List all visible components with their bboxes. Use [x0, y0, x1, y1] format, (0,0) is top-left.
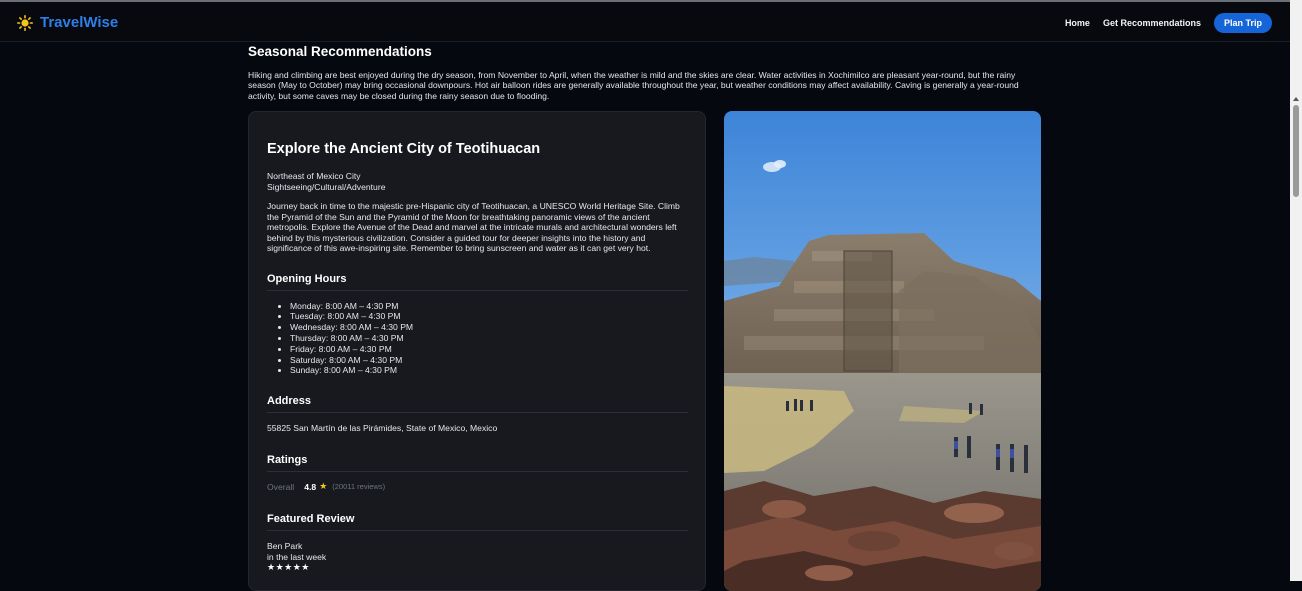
featured-review: Ben Park in the last week ★★★★★ — [267, 541, 687, 573]
hours-item: Wednesday: 8:00 AM – 4:30 PM — [290, 322, 687, 333]
scroll-thumb[interactable] — [1293, 105, 1299, 197]
nav-home-link[interactable]: Home — [1065, 18, 1090, 28]
top-navbar: TravelWise Home Get Recommendations Plan… — [0, 0, 1290, 42]
seasonal-section: Seasonal Recommendations Hiking and clim… — [248, 44, 1042, 101]
hours-item: Saturday: 8:00 AM – 4:30 PM — [290, 355, 687, 366]
ratings-heading: Ratings — [267, 454, 688, 473]
plan-trip-button[interactable]: Plan Trip — [1213, 13, 1272, 33]
rating-count: (20011 reviews) — [332, 482, 386, 492]
star-icon: ★ — [319, 481, 328, 492]
main-nav: Home Get Recommendations Plan Trip — [1065, 13, 1272, 33]
rating-label: Overall — [267, 481, 295, 492]
attraction-title: Explore the Ancient City of Teotihuacan — [267, 141, 541, 157]
seasonal-text: Hiking and climbing are best enjoyed dur… — [248, 70, 1019, 101]
attraction-card: Explore the Ancient City of Teotihuacan … — [248, 111, 706, 591]
hours-item: Monday: 8:00 AM – 4:30 PM — [290, 301, 687, 312]
page-scrollbar[interactable] — [1290, 0, 1302, 581]
attraction-location: Northeast of Mexico City — [267, 171, 361, 181]
ratings-row: Overall 4.8 ★ (20011 reviews) — [267, 481, 687, 492]
attraction-photo — [724, 111, 1041, 591]
scroll-up-arrow-icon[interactable] — [1293, 97, 1299, 101]
nav-recommendations-link[interactable]: Get Recommendations — [1103, 18, 1201, 28]
rating-value: 4.8 — [304, 481, 317, 492]
attraction-categories: Sightseeing/Cultural/Adventure — [267, 181, 386, 192]
review-time: in the last week — [267, 551, 327, 562]
review-stars: ★★★★★ — [267, 562, 310, 573]
brand-name: TravelWise — [40, 14, 119, 31]
featured-review-heading: Featured Review — [267, 513, 688, 532]
hours-item: Thursday: 8:00 AM – 4:30 PM — [290, 333, 687, 344]
hours-item: Sunday: 8:00 AM – 4:30 PM — [290, 365, 687, 376]
seasonal-title: Seasonal Recommendations — [248, 44, 432, 59]
attraction-description: Journey back in time to the majestic pre… — [267, 201, 680, 254]
reviewer-name: Ben Park — [267, 541, 303, 552]
address-text: 55825 San Martín de las Pirámides, State… — [267, 423, 498, 434]
brand-logo[interactable]: TravelWise — [17, 14, 118, 31]
sun-icon — [17, 14, 33, 31]
hours-item: Tuesday: 8:00 AM – 4:30 PM — [290, 311, 687, 322]
hours-item: Friday: 8:00 AM – 4:30 PM — [290, 344, 687, 355]
opening-hours-list: Monday: 8:00 AM – 4:30 PM Tuesday: 8:00 … — [267, 301, 687, 377]
attraction-meta: Northeast of Mexico City Sightseeing/Cul… — [267, 171, 687, 192]
opening-hours-heading: Opening Hours — [267, 273, 688, 291]
address-heading: Address — [267, 395, 688, 414]
